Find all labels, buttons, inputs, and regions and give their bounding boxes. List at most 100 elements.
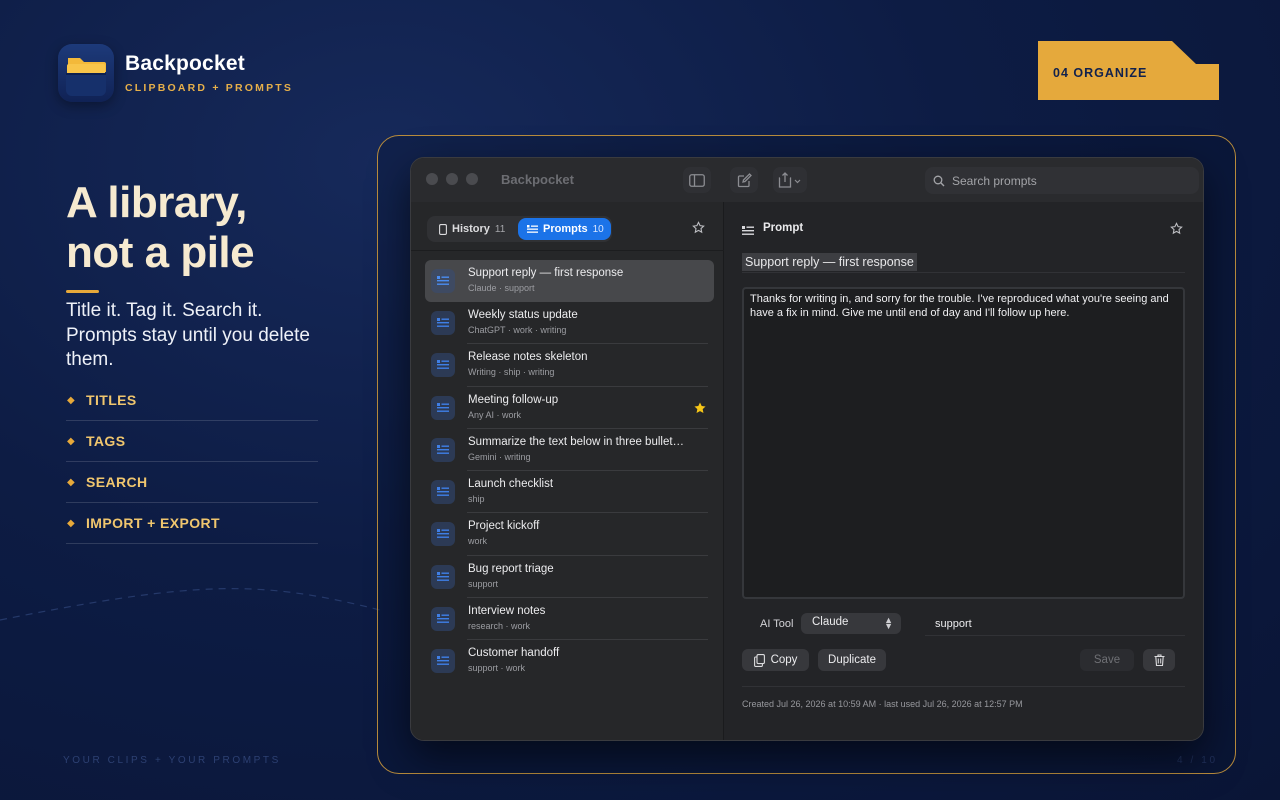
- copy-icon: [753, 653, 765, 667]
- list-item-meta: work: [468, 536, 488, 547]
- list-item-title: Launch checklist: [468, 478, 554, 491]
- detail-header-label: Prompt: [763, 222, 804, 234]
- list-item-meta: Any AI · work: [468, 409, 522, 420]
- divider: [742, 686, 1185, 687]
- prompt-icon: [742, 223, 754, 241]
- prompt-icon: [431, 311, 455, 335]
- headline-line-2: not a pile: [66, 228, 255, 277]
- prompt-icon: [431, 522, 455, 547]
- list-item-meta: ship: [468, 494, 485, 505]
- brand-tagline: CLIPBOARD + PROMPTS: [125, 82, 294, 94]
- prompt-icon: [431, 564, 455, 589]
- star-filled-icon[interactable]: [693, 401, 707, 420]
- list-item-title: Summarize the text below in three bullet…: [468, 435, 685, 448]
- headline-line-1: A library,: [66, 178, 247, 227]
- list-item[interactable]: Launch checklist ship: [425, 471, 714, 514]
- search-icon: [933, 175, 945, 186]
- feature-item: ◆ TITLES: [66, 380, 318, 421]
- tab-prompts-count: 10: [592, 223, 604, 235]
- list-item-meta: Writing · ship · writing: [468, 367, 555, 378]
- list-item[interactable]: Weekly status update ChatGPT · work · wr…: [425, 302, 714, 345]
- prompt-icon: [431, 480, 455, 505]
- list-item[interactable]: Meeting follow-up Any AI · work: [425, 387, 714, 430]
- list-item-meta: Claude · support: [468, 283, 535, 293]
- compose-icon: [737, 172, 752, 187]
- prompt-icon: [431, 269, 455, 293]
- list-item-title: Support reply — first response: [468, 267, 624, 279]
- diamond-bullet-icon: ◆: [67, 476, 75, 488]
- list-item[interactable]: Interview notes research · work: [425, 598, 714, 641]
- prompt-detail-pane: Prompt Support reply — first response Th…: [725, 202, 1203, 740]
- brand-header: Backpocket CLIPBOARD + PROMPTS: [58, 44, 293, 102]
- list-item[interactable]: Customer handoff support · work: [425, 640, 714, 682]
- section-badge-label: 04 ORGANIZE: [1053, 66, 1148, 80]
- prompt-icon: [431, 395, 455, 420]
- delete-button[interactable]: [1143, 649, 1175, 671]
- headline: A library, not a pile: [66, 178, 255, 278]
- footer-caption: YOUR CLIPS + YOUR PROMPTS: [63, 755, 281, 766]
- brand-name: Backpocket: [125, 52, 245, 75]
- prompt-icon: [431, 649, 455, 674]
- save-button-label: Save: [1093, 654, 1121, 666]
- subcopy: Title it. Tag it. Search it. Prompts sta…: [66, 300, 310, 370]
- list-item-meta: research · work: [468, 621, 531, 632]
- list-item-meta: ChatGPT · work · writing: [468, 325, 567, 335]
- star-outline-icon: [692, 221, 705, 234]
- prompt-timestamps: Created Jul 26, 2026 at 10:59 AM · last …: [742, 699, 1023, 709]
- app-window: Backpocket History 11 Prompts 10: [410, 157, 1204, 741]
- list-item[interactable]: Summarize the text below in three bullet…: [425, 429, 714, 472]
- search-input[interactable]: [952, 173, 1172, 188]
- prompt-icon: [431, 437, 455, 462]
- ai-tool-value: Claude: [812, 616, 849, 628]
- search-field[interactable]: [925, 167, 1199, 194]
- list-item-title: Weekly status update: [468, 309, 578, 321]
- close-window-button[interactable]: [426, 173, 438, 185]
- ai-tool-label: AI Tool: [760, 618, 794, 630]
- tab-prompts-label: Prompts: [543, 223, 588, 235]
- title-bar: Backpocket: [411, 158, 1203, 202]
- duplicate-button[interactable]: Duplicate: [818, 649, 886, 671]
- feature-item: ◆ SEARCH: [66, 462, 318, 503]
- duplicate-button-label: Duplicate: [828, 654, 876, 666]
- tab-history[interactable]: History 11: [431, 218, 513, 240]
- tab-history-label: History: [452, 223, 490, 235]
- share-icon: [778, 172, 801, 188]
- save-button[interactable]: Save: [1080, 649, 1134, 671]
- list-item-title: Project kickoff: [468, 520, 540, 533]
- list-item-title: Customer handoff: [468, 647, 560, 660]
- tab-prompts[interactable]: Prompts 10: [518, 218, 611, 240]
- list-item[interactable]: Project kickoff work: [425, 513, 714, 557]
- list-item-meta: support · work: [468, 663, 526, 674]
- window-title: Backpocket: [501, 172, 574, 187]
- mode-segmented-control: History 11 Prompts 10: [427, 216, 612, 242]
- prompt-icon: [431, 607, 455, 632]
- toggle-sidebar-button[interactable]: [683, 167, 711, 193]
- feature-label: SEARCH: [86, 474, 148, 490]
- prompt-body-editor[interactable]: Thanks for writing in, and sorry for the…: [742, 287, 1185, 599]
- copy-button[interactable]: Copy: [742, 649, 809, 671]
- list-item[interactable]: Release notes skeleton Writing · ship · …: [425, 344, 714, 387]
- tab-history-count: 11: [494, 223, 506, 235]
- ai-tool-select[interactable]: Claude ▲ ▼: [801, 613, 901, 634]
- sidebar: History 11 Prompts 10 Support reply — fi…: [411, 202, 724, 740]
- prompt-metadata-row: AI Tool Claude ▲ ▼ support: [742, 612, 1185, 636]
- list-item[interactable]: Bug report triage support: [425, 556, 714, 599]
- diamond-bullet-icon: ◆: [67, 394, 75, 406]
- feature-item: ◆ TAGS: [66, 421, 318, 462]
- prompt-icon: [431, 353, 455, 378]
- minimize-window-button[interactable]: [446, 173, 458, 185]
- trash-icon: [1154, 654, 1164, 666]
- prompt-title-field[interactable]: Support reply — first response: [742, 249, 1185, 273]
- list-item[interactable]: Support reply — first response Claude · …: [425, 260, 714, 302]
- new-prompt-button[interactable]: [730, 167, 758, 193]
- favorites-filter-button[interactable]: [692, 221, 705, 239]
- divider: [411, 250, 724, 251]
- feature-label: TITLES: [86, 392, 137, 408]
- tags-field[interactable]: support: [925, 612, 1185, 636]
- zoom-window-button[interactable]: [466, 173, 478, 185]
- feature-list: ◆ TITLES ◆ TAGS ◆ SEARCH ◆ IMPORT + EXPO…: [66, 380, 318, 544]
- share-menu-button[interactable]: [773, 167, 807, 193]
- diamond-bullet-icon: ◆: [67, 435, 75, 447]
- favorite-toggle-button[interactable]: [1170, 222, 1183, 240]
- list-item-title: Bug report triage: [468, 562, 554, 575]
